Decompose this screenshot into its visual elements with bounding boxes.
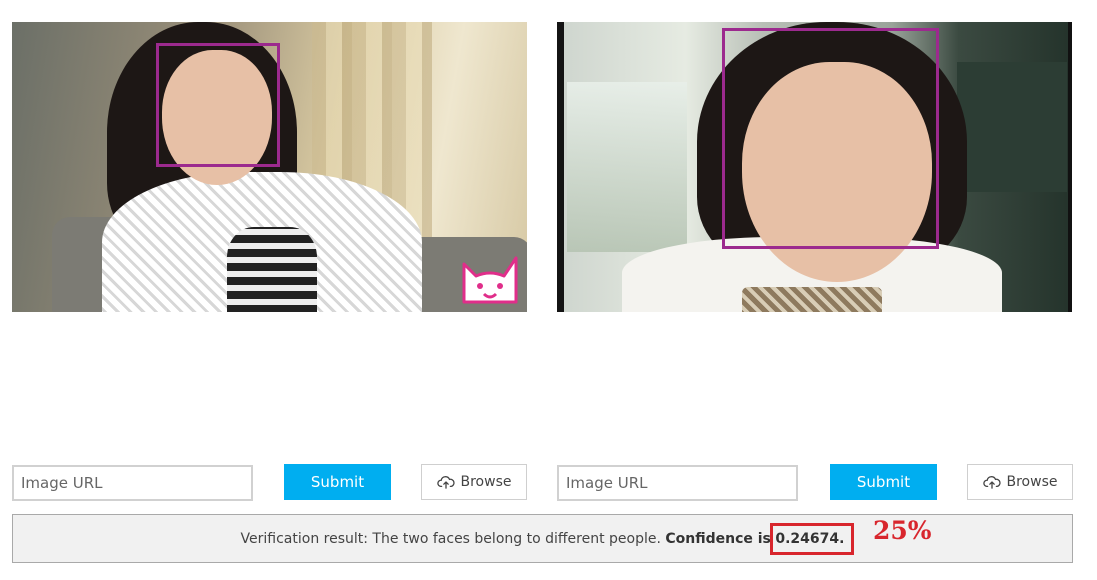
result-text: Verification result: The two faces belon… <box>240 530 661 547</box>
submit-button-left[interactable]: Submit <box>284 464 391 500</box>
browse-button-right[interactable]: Browse <box>967 464 1073 500</box>
face-detection-box <box>722 28 939 249</box>
blackboard <box>957 62 1067 192</box>
percent-annotation: 25% <box>873 516 932 545</box>
submit-button-right[interactable]: Submit <box>830 464 937 500</box>
top <box>227 227 317 312</box>
window <box>567 82 687 252</box>
browse-button-left[interactable]: Browse <box>421 464 527 500</box>
browse-label: Browse <box>1006 474 1058 490</box>
confidence-label: Confidence is <box>665 530 771 547</box>
face-detection-box <box>156 43 280 167</box>
browse-label: Browse <box>460 474 512 490</box>
cloud-upload-icon <box>982 476 1001 489</box>
cloud-upload-icon <box>436 476 455 489</box>
left-face-image <box>12 22 527 312</box>
cat-logo <box>462 256 518 304</box>
image-url-input-left[interactable] <box>12 465 253 501</box>
submit-label: Submit <box>856 473 911 491</box>
image-url-input-right[interactable] <box>557 465 798 501</box>
submit-label: Submit <box>310 473 365 491</box>
bow-tie <box>742 287 882 312</box>
confidence-highlight-box <box>770 523 854 555</box>
right-face-image <box>557 22 1072 312</box>
